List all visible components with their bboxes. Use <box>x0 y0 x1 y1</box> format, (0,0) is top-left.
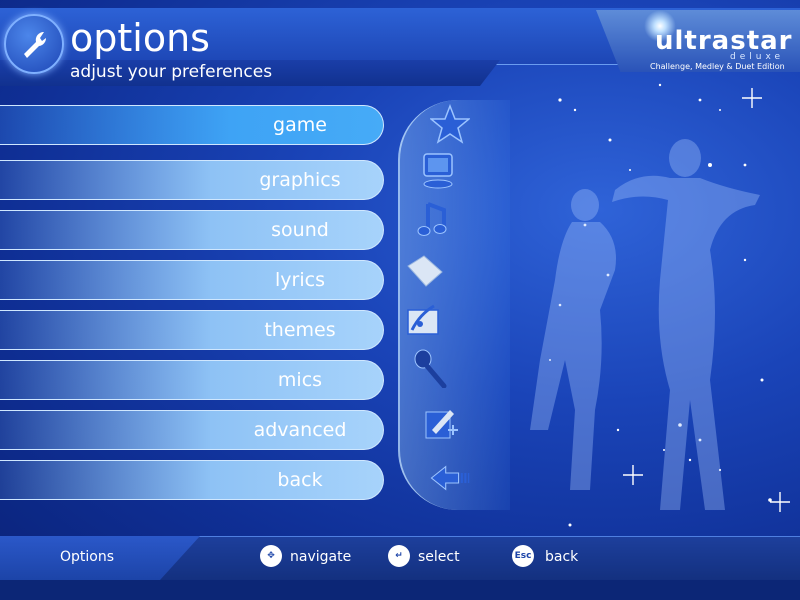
menu-button-themes[interactable]: themes <box>0 310 384 350</box>
menu-button-mics[interactable]: mics <box>0 360 384 400</box>
footer-select-label: select <box>418 549 460 565</box>
menu-label: mics <box>277 369 323 391</box>
paint-palette-icon[interactable] <box>404 300 444 340</box>
wrench-icon <box>4 14 64 74</box>
navigate-key-icon: ✥ <box>260 545 282 567</box>
enter-key-icon: ↵ <box>388 545 410 567</box>
menu-button-lyrics[interactable]: lyrics <box>0 260 384 300</box>
menu-button-sound[interactable]: sound <box>0 210 384 250</box>
esc-key-icon: Esc <box>512 545 534 567</box>
menu-button-back[interactable]: back <box>0 460 384 500</box>
menu-button-advanced[interactable]: advanced <box>0 410 384 450</box>
microphone-icon[interactable] <box>410 348 450 389</box>
menu-button-game[interactable]: game <box>0 105 384 145</box>
monitor-icon[interactable] <box>418 150 458 190</box>
menu-label: game <box>273 114 327 136</box>
footer-section-label: Options <box>60 549 115 565</box>
menu-label: graphics <box>259 169 341 191</box>
menu-label: sound <box>271 219 329 241</box>
edit-icon[interactable] <box>420 404 460 444</box>
menu-label: back <box>277 469 323 491</box>
menu-label: lyrics <box>275 269 325 291</box>
music-note-icon[interactable] <box>414 200 454 240</box>
menu-label: themes <box>264 319 336 341</box>
bottom-strip <box>0 580 800 600</box>
star-icon[interactable] <box>428 103 472 144</box>
menu-button-graphics[interactable]: graphics <box>0 160 384 200</box>
paper-icon[interactable] <box>404 252 444 292</box>
logo-deluxe: deluxe <box>730 52 785 62</box>
footer-navigate-label: navigate <box>290 549 352 565</box>
page-subtitle: adjust your preferences <box>70 62 273 82</box>
back-arrow-icon[interactable] <box>430 458 486 498</box>
logo-edition: Challenge, Medley & Duet Edition <box>650 62 785 71</box>
page-title: options <box>70 16 210 60</box>
dancers-silhouette <box>530 139 760 510</box>
footer-back-label: back <box>545 549 579 565</box>
menu-label: advanced <box>253 419 347 441</box>
